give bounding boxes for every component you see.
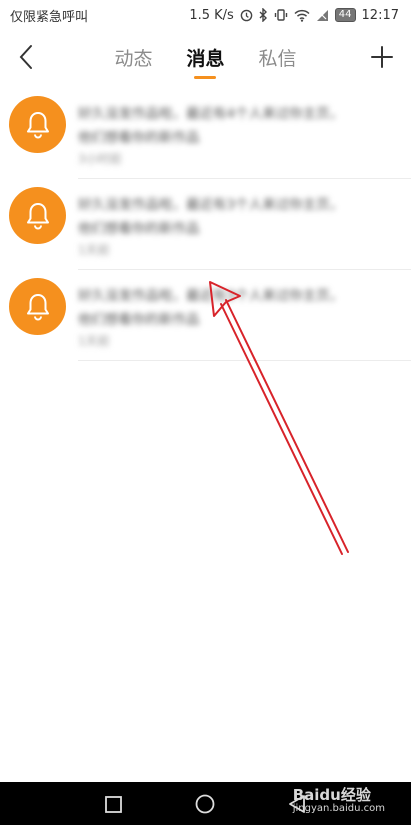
header-bar: 动态 消息 私信 [0,30,411,88]
bluetooth-icon [259,8,268,22]
tab-messages-label: 消息 [186,47,225,70]
message-time: 3小时前 [78,152,122,166]
battery-indicator: 44 [334,8,356,22]
back-button[interactable] [8,39,44,75]
square-icon [104,795,122,813]
status-icons: 1.5 K/s 44 12:17 [189,8,399,23]
no-sim-icon [316,9,329,22]
home-button[interactable] [191,790,219,818]
tab-messages[interactable]: 消息 [186,40,225,79]
message-content: 好久没发作品啦，最近有3个人来过你主页， 他们想看你的新作品 1天前 [78,274,411,361]
message-text-line2: 他们想看你的新作品 [78,221,200,237]
bell-icon [26,202,49,229]
carrier-text: 仅限紧急呼叫 [10,9,89,25]
tab-dynamics[interactable]: 动态 [114,40,152,79]
message-text-line1: 好久没发作品啦，最近有3个人来过你主页， [78,197,344,213]
tab-dynamics-label: 动态 [114,47,153,70]
bell-icon [26,111,49,138]
bell-icon [26,293,49,320]
recent-apps-button[interactable] [99,790,127,818]
add-button[interactable] [365,40,399,74]
tab-bar: 动态 消息 私信 [0,30,411,88]
active-tab-indicator [194,75,217,79]
tab-private-messages[interactable]: 私信 [259,40,297,79]
message-item[interactable]: 好久没发作品啦，最近有4个人来过你主页， 他们想看你的新作品 3小时前 [0,88,411,179]
vibrate-icon [274,8,288,22]
clock: 12:17 [361,7,399,23]
message-text-line1: 好久没发作品啦，最近有4个人来过你主页， [78,106,344,122]
watermark-brand: Baidu经验 [292,786,371,804]
notification-avatar [9,278,66,335]
message-item[interactable]: 好久没发作品啦，最近有3个人来过你主页， 他们想看你的新作品 1天前 [0,179,411,270]
notification-avatar [9,187,66,244]
alarm-icon [240,9,253,22]
message-list: 好久没发作品啦，最近有4个人来过你主页， 他们想看你的新作品 3小时前 好久没发… [0,88,411,361]
watermark-url: jingyan.baidu.com [292,803,385,814]
message-item[interactable]: 好久没发作品啦，最近有3个人来过你主页， 他们想看你的新作品 1天前 [0,270,411,361]
message-text-line2: 他们想看你的新作品 [78,312,200,328]
message-time: 1天前 [78,243,110,257]
status-bar: 仅限紧急呼叫 1.5 K/s 44 12:17 [0,0,411,30]
plus-icon [371,46,393,68]
tab-private-messages-label: 私信 [258,47,297,70]
network-speed: 1.5 K/s [189,7,234,23]
chevron-left-icon [19,45,32,69]
message-text-line2: 他们想看你的新作品 [78,130,200,146]
message-text-line1: 好久没发作品啦，最近有3个人来过你主页， [78,288,344,304]
message-time: 1天前 [78,334,110,348]
notification-avatar [9,96,66,153]
wifi-icon [294,9,310,22]
message-content: 好久没发作品啦，最近有4个人来过你主页， 他们想看你的新作品 3小时前 [78,92,411,179]
baidu-watermark: Baidu经验 jingyan.baidu.com [293,788,385,816]
message-content: 好久没发作品啦，最近有3个人来过你主页， 他们想看你的新作品 1天前 [78,183,411,270]
circle-icon [195,794,215,814]
